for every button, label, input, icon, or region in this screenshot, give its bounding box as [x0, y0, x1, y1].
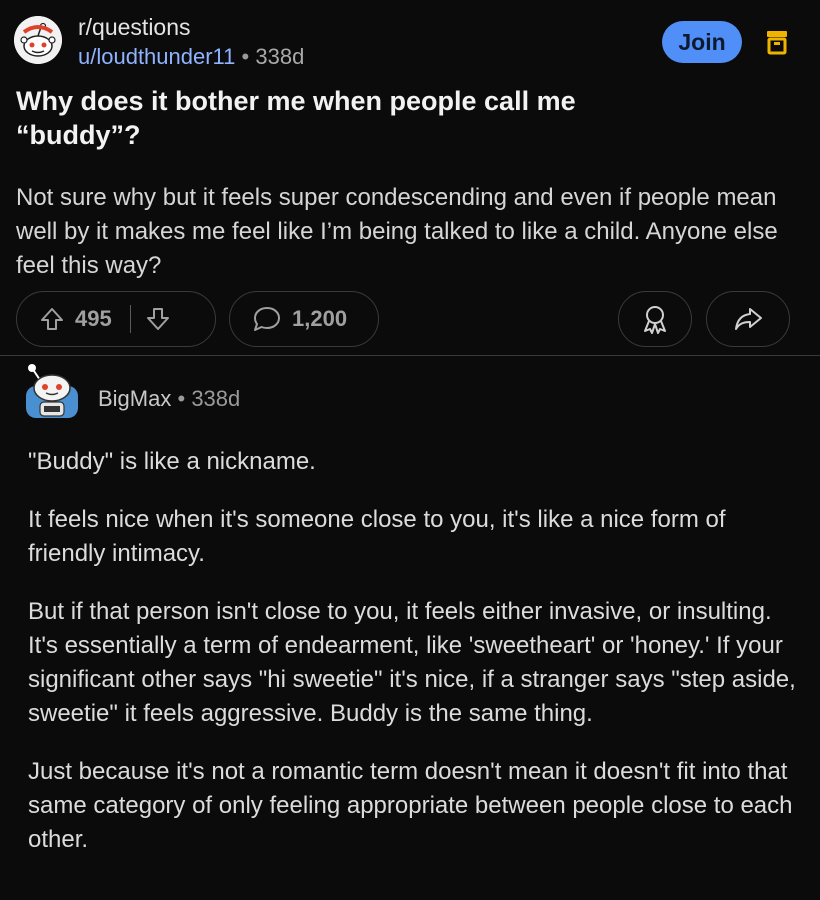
comment-bubble-icon — [252, 305, 282, 333]
comment-separator: • — [177, 386, 186, 411]
post-body: Not sure why but it feels super condesce… — [16, 184, 778, 279]
join-button[interactable]: Join — [662, 21, 742, 63]
comment-byline: BigMax • 338d — [98, 386, 240, 412]
comments-button[interactable]: 1,200 — [229, 291, 379, 347]
award-icon — [641, 304, 669, 334]
arrow-up-icon[interactable] — [39, 306, 65, 332]
snoo-avatar-icon[interactable] — [22, 362, 82, 422]
archive-icon[interactable] — [765, 29, 789, 55]
comment-paragraph: But if that person isn't close to you, i… — [28, 598, 796, 727]
post-title-line-2: “buddy”? — [16, 120, 141, 150]
arrow-down-icon[interactable] — [145, 306, 171, 332]
post-author[interactable]: u/loudthunder11 — [78, 44, 235, 69]
comment-author[interactable]: BigMax — [98, 386, 171, 411]
reddit-snoo-icon — [14, 16, 62, 64]
comment-paragraph: "Buddy" is like a nickname. — [28, 448, 316, 475]
subreddit-avatar[interactable] — [14, 16, 62, 64]
vote-divider — [129, 305, 132, 333]
award-button[interactable] — [618, 291, 692, 347]
comment-count: 1,200 — [292, 306, 348, 331]
upvote-count: 495 — [75, 306, 112, 331]
post-title[interactable]: Why does it bother me when people call m… — [16, 84, 776, 152]
post-title-line-1: Why does it bother me when people call m… — [16, 86, 576, 116]
comment-age: 338d — [191, 386, 241, 411]
share-icon — [733, 306, 763, 332]
vote-control: 495 — [16, 291, 216, 347]
subreddit-name[interactable]: r/questions — [78, 14, 191, 41]
comment-paragraph: It feels nice when it's someone close to… — [28, 506, 726, 567]
comment-body: "Buddy" is like a nickname. It feels nic… — [28, 445, 798, 881]
comment-paragraph: Just because it's not a romantic term do… — [28, 758, 793, 853]
post-divider — [0, 355, 820, 356]
share-button[interactable] — [706, 291, 790, 347]
byline-separator: • — [241, 44, 250, 69]
post-byline: u/loudthunder11 • 338d — [78, 44, 304, 70]
post-age: 338d — [255, 44, 305, 69]
